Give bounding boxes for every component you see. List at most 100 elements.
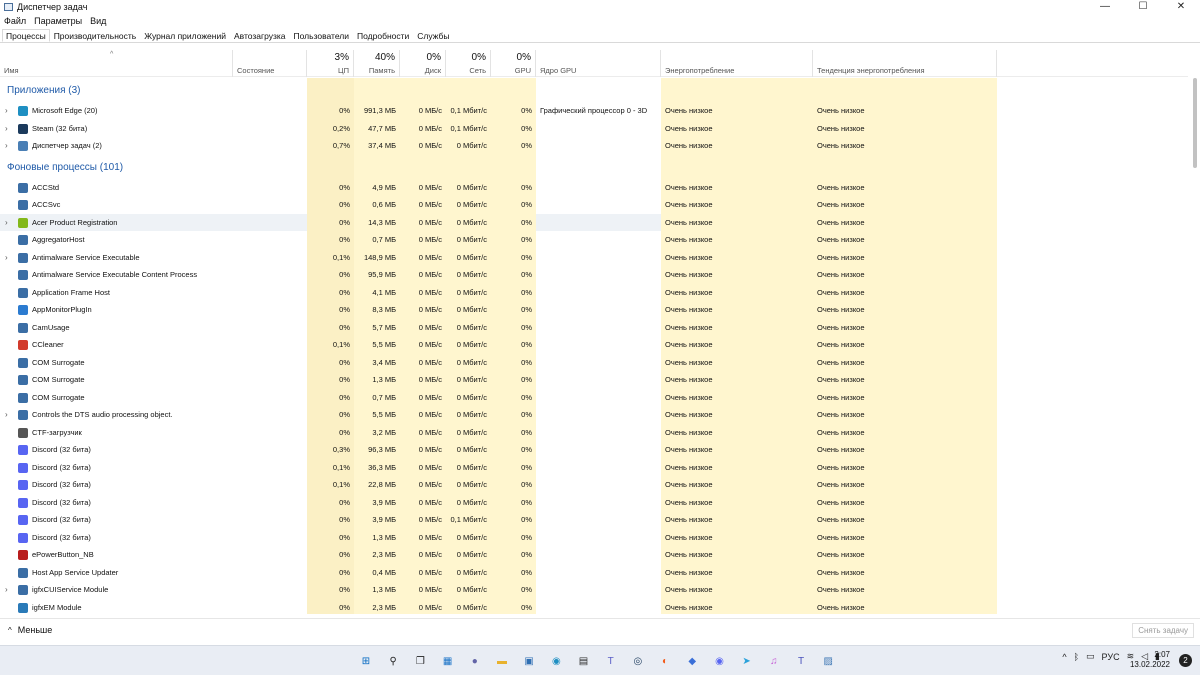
column-header-memory[interactable]: 40% Память — [354, 50, 400, 77]
process-gpu-cell: 0% — [521, 123, 532, 133]
expand-chevron-icon[interactable]: › — [5, 102, 8, 120]
vpn-icon[interactable]: ◆ — [682, 651, 702, 671]
tab-processes[interactable]: Процессы — [2, 29, 50, 42]
minimize-button[interactable]: — — [1086, 0, 1124, 14]
maximize-button[interactable]: ☐ — [1124, 0, 1162, 14]
process-row[interactable]: Application Frame Host 0% 4,1 МБ 0 МБ/с 0 Мб… — [0, 283, 1188, 301]
process-net-cell: 0 Мбит/с — [456, 141, 487, 150]
column-header-cpu[interactable]: 3% ЦП — [307, 50, 354, 77]
discord-icon[interactable]: ◉ — [709, 651, 729, 671]
scrollbar-thumb[interactable] — [1193, 78, 1197, 168]
battery-icon[interactable]: ▭ — [1086, 651, 1095, 662]
process-row[interactable]: ACCStd 0% 4,9 МБ 0 МБ/с 0 Мбит/с 0% Очень низк… — [0, 178, 1188, 196]
column-header-name[interactable]: ^ Имя — [0, 50, 233, 77]
window-icon — [18, 410, 28, 420]
notification-badge[interactable]: 2 — [1179, 654, 1192, 667]
column-header-power[interactable]: Энергопотребление — [661, 50, 813, 77]
column-header-disk[interactable]: 0% Диск — [400, 50, 446, 77]
process-row[interactable]: › igfxCUIService Module 0% 1,3 МБ 0 МБ/с 0 Мб… — [0, 581, 1188, 599]
process-trend-cell: Очень низкое — [817, 357, 865, 367]
process-row[interactable]: Discord (32 бита) 0,3% 96,3 МБ 0 МБ/с 0 Мбит… — [0, 441, 1188, 459]
file-explorer-icon[interactable]: ▬ — [492, 651, 512, 671]
tab-services[interactable]: Службы — [413, 29, 453, 42]
edge-icon[interactable]: ◉ — [546, 651, 566, 671]
expand-chevron-icon[interactable]: › — [5, 581, 8, 599]
menu-view[interactable]: Вид — [90, 16, 106, 26]
column-header-status[interactable]: Состояние — [233, 50, 307, 77]
process-row[interactable]: › Antimalware Service Executable 0,1% 148,9… — [0, 248, 1188, 267]
column-heat-cell — [813, 78, 997, 102]
process-mem-cell: 1,3 МБ — [372, 532, 396, 542]
process-row[interactable]: Antimalware Service Executable Content P… — [0, 266, 1188, 284]
process-row[interactable]: Discord (32 бита) 0% 3,9 МБ 0 МБ/с 0,1 Мбит/… — [0, 511, 1188, 529]
process-row[interactable]: ACCSvc 0% 0,6 МБ 0 МБ/с 0 Мбит/с 0% Очень низк… — [0, 196, 1188, 214]
column-header-gpu-engine[interactable]: Ядро GPU — [536, 50, 661, 77]
store-icon[interactable]: ▣ — [519, 651, 539, 671]
process-row[interactable]: igfxEM Module 0% 2,3 МБ 0 МБ/с 0 Мбит/с 0% Оче… — [0, 598, 1188, 614]
process-row[interactable]: › Acer Product Registration 0% 14,3 МБ 0 МБ/… — [0, 213, 1188, 232]
process-row[interactable]: ePowerButton_NB 0% 2,3 МБ 0 МБ/с 0 Мбит/с 0% О… — [0, 546, 1188, 564]
itunes-icon[interactable]: ♫ — [764, 651, 784, 671]
process-power-cell: Очень низкое — [665, 392, 713, 402]
teams-work-icon[interactable]: T — [791, 651, 811, 671]
process-name: Controls the DTS audio processing object… — [32, 410, 173, 419]
tab-performance[interactable]: Производительность — [50, 29, 141, 42]
process-power-cell: Очень низкое — [665, 106, 713, 115]
bluetooth-icon[interactable]: ᛒ — [1074, 652, 1079, 662]
origin-icon[interactable]: ◐ — [655, 651, 675, 671]
fewer-details-button[interactable]: ^ Меньше — [8, 625, 52, 635]
process-disk-cell: 0 МБ/с — [418, 375, 442, 384]
process-name: igfxEM Module — [32, 602, 82, 612]
expand-chevron-icon[interactable]: › — [5, 406, 8, 424]
tray-overflow-chevron-icon[interactable]: ^ — [1062, 652, 1066, 662]
process-disk-cell: 0 МБ/с — [418, 340, 442, 349]
menu-file[interactable]: Файл — [4, 16, 26, 26]
process-row[interactable]: AppMonitorPlugIn 0% 8,3 МБ 0 МБ/с 0 Мбит/с 0%… — [0, 301, 1188, 319]
process-row[interactable]: CamUsage 0% 5,7 МБ 0 МБ/с 0 Мбит/с 0% Очень ни… — [0, 318, 1188, 336]
column-header-power-trend[interactable]: Тенденция энергопотребления — [813, 50, 997, 77]
process-row[interactable]: Host App Service Updater 0% 0,4 МБ 0 МБ/с 0 … — [0, 563, 1188, 581]
process-row[interactable]: › Steam (32 бита) 0,2% 47,7 МБ 0 МБ/с 0,1 Мби… — [0, 119, 1188, 138]
task-manager-icon[interactable]: ▨ — [818, 651, 838, 671]
process-row[interactable]: Discord (32 бита) 0,1% 22,8 МБ 0 МБ/с 0 Мбит… — [0, 476, 1188, 494]
process-row[interactable]: COM Surrogate 0% 1,3 МБ 0 МБ/с 0 Мбит/с 0% Оче… — [0, 371, 1188, 389]
process-row[interactable]: › Диспетчер задач (2) 0,7% 37,4 МБ 0 МБ/с 0 М… — [0, 137, 1188, 155]
process-disk-cell: 0 МБ/с — [418, 182, 442, 192]
teams-icon[interactable]: T — [601, 651, 621, 671]
expand-chevron-icon[interactable]: › — [5, 214, 8, 232]
column-header-gpu[interactable]: 0% GPU — [491, 50, 536, 77]
search-icon[interactable]: ⚲ — [383, 651, 403, 671]
process-row[interactable]: Discord (32 бита) 0% 1,3 МБ 0 МБ/с 0 Мбит/с 0… — [0, 528, 1188, 546]
process-row[interactable]: › Controls the DTS audio processing objec… — [0, 406, 1188, 424]
process-cpu-cell: 0% — [339, 182, 350, 192]
menu-options[interactable]: Параметры — [34, 16, 82, 26]
steam-icon[interactable]: ◎ — [628, 651, 648, 671]
process-row[interactable]: Discord (32 бита) 0,1% 36,3 МБ 0 МБ/с 0 Мбит… — [0, 458, 1188, 476]
start-icon[interactable]: ⊞ — [356, 651, 376, 671]
notepad-icon[interactable]: ▤ — [574, 651, 594, 671]
process-row[interactable]: CCleaner 0,1% 5,5 МБ 0 МБ/с 0 Мбит/с 0% Очень … — [0, 336, 1188, 354]
telegram-icon[interactable]: ➤ — [737, 651, 757, 671]
tab-users[interactable]: Пользователи — [290, 29, 353, 42]
tab-details[interactable]: Подробности — [353, 29, 413, 42]
column-header-network[interactable]: 0% Сеть — [446, 50, 491, 77]
task-view-icon[interactable]: ❐ — [410, 651, 430, 671]
process-row[interactable]: Discord (32 бита) 0% 3,9 МБ 0 МБ/с 0 Мбит/с 0… — [0, 493, 1188, 511]
close-button[interactable]: ✕ — [1162, 0, 1200, 14]
tab-app-history[interactable]: Журнал приложений — [140, 29, 230, 42]
process-row[interactable]: CTF-загрузчик 0% 3,2 МБ 0 МБ/с 0 Мбит/с 0% Оче… — [0, 423, 1188, 441]
tab-startup[interactable]: Автозагрузка — [230, 29, 290, 42]
vertical-scrollbar[interactable] — [1191, 78, 1199, 614]
widgets-icon[interactable]: ▦ — [438, 651, 458, 671]
expand-chevron-icon[interactable]: › — [5, 137, 8, 155]
chat-icon[interactable]: ● — [465, 651, 485, 671]
expand-chevron-icon[interactable]: › — [5, 120, 8, 138]
process-row[interactable]: › Microsoft Edge (20) 0% 991,3 МБ 0 МБ/с 0,1 … — [0, 102, 1188, 120]
process-row[interactable]: COM Surrogate 0% 3,4 МБ 0 МБ/с 0 Мбит/с 0% Оче… — [0, 353, 1188, 371]
language-indicator[interactable]: РУС — [1102, 652, 1120, 662]
process-row[interactable]: COM Surrogate 0% 0,7 МБ 0 МБ/с 0 Мбит/с 0% Оче… — [0, 388, 1188, 406]
end-task-button[interactable]: Снять задачу — [1132, 623, 1194, 638]
expand-chevron-icon[interactable]: › — [5, 249, 8, 267]
process-row[interactable]: AggregatorHost 0% 0,7 МБ 0 МБ/с 0 Мбит/с 0% Оч… — [0, 231, 1188, 249]
clock[interactable]: 2:07 13.02.2022 — [1130, 650, 1170, 670]
